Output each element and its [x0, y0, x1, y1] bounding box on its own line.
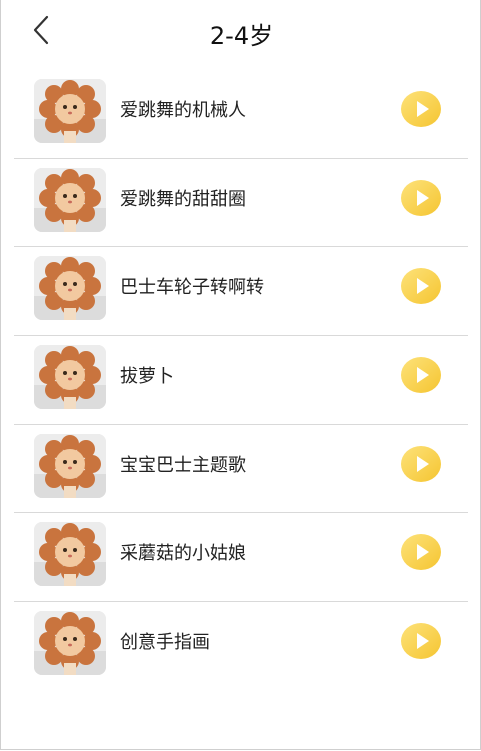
- song-row[interactable]: 爱跳舞的机械人: [14, 70, 468, 159]
- song-title: 巴士车轮子转啊转: [120, 277, 264, 299]
- play-icon: [401, 357, 441, 394]
- cat-in-flower-costume-image: [34, 256, 106, 321]
- song-thumbnail: [34, 433, 106, 498]
- play-icon: [401, 623, 441, 660]
- song-title: 宝宝巴士主题歌: [120, 454, 246, 476]
- play-button[interactable]: [400, 622, 442, 660]
- header-bar: 2-4岁: [1, 0, 481, 74]
- cat-in-flower-costume-image: [34, 611, 106, 676]
- page-title: 2-4岁: [209, 22, 274, 50]
- cat-in-flower-costume-image: [34, 433, 106, 498]
- play-button[interactable]: [400, 267, 442, 305]
- cat-in-flower-costume-image: [34, 79, 106, 143]
- app-screen: 2-4岁 爱跳舞的机械人 爱跳舞的甜甜圈 巴士车轮子转啊转 拔萝卜 宝宝巴士主题…: [0, 0, 481, 750]
- song-title: 拔萝卜: [120, 366, 174, 388]
- song-list: 爱跳舞的机械人 爱跳舞的甜甜圈 巴士车轮子转啊转 拔萝卜 宝宝巴士主题歌 采蘑菇…: [14, 70, 468, 691]
- play-button[interactable]: [400, 179, 442, 217]
- play-icon: [401, 91, 441, 127]
- song-title: 爱跳舞的机械人: [120, 100, 246, 121]
- play-icon: [401, 179, 441, 216]
- song-row[interactable]: 采蘑菇的小姑娘: [14, 513, 468, 603]
- play-button[interactable]: [400, 90, 442, 128]
- song-thumbnail: [34, 611, 106, 676]
- song-thumbnail: [34, 167, 106, 232]
- cat-in-flower-costume-image: [34, 345, 106, 410]
- song-row[interactable]: 爱跳舞的甜甜圈: [14, 159, 468, 248]
- cat-in-flower-costume-image: [34, 167, 106, 232]
- play-button[interactable]: [400, 445, 442, 483]
- song-row[interactable]: 巴士车轮子转啊转: [14, 247, 468, 337]
- song-title: 爱跳舞的甜甜圈: [120, 188, 246, 210]
- play-button[interactable]: [400, 533, 442, 571]
- song-title: 创意手指画: [120, 632, 210, 654]
- song-title: 采蘑菇的小姑娘: [120, 543, 246, 565]
- song-row[interactable]: 拔萝卜: [14, 336, 468, 425]
- song-thumbnail: [34, 256, 106, 321]
- play-icon: [401, 268, 441, 305]
- cat-in-flower-costume-image: [34, 522, 106, 587]
- song-thumbnail: [34, 345, 106, 410]
- song-row[interactable]: 创意手指画: [14, 602, 468, 691]
- play-icon: [401, 445, 441, 482]
- song-row[interactable]: 宝宝巴士主题歌: [14, 425, 468, 514]
- play-button[interactable]: [400, 356, 442, 394]
- song-thumbnail: [34, 522, 106, 587]
- play-icon: [401, 534, 441, 571]
- song-thumbnail: [34, 79, 106, 143]
